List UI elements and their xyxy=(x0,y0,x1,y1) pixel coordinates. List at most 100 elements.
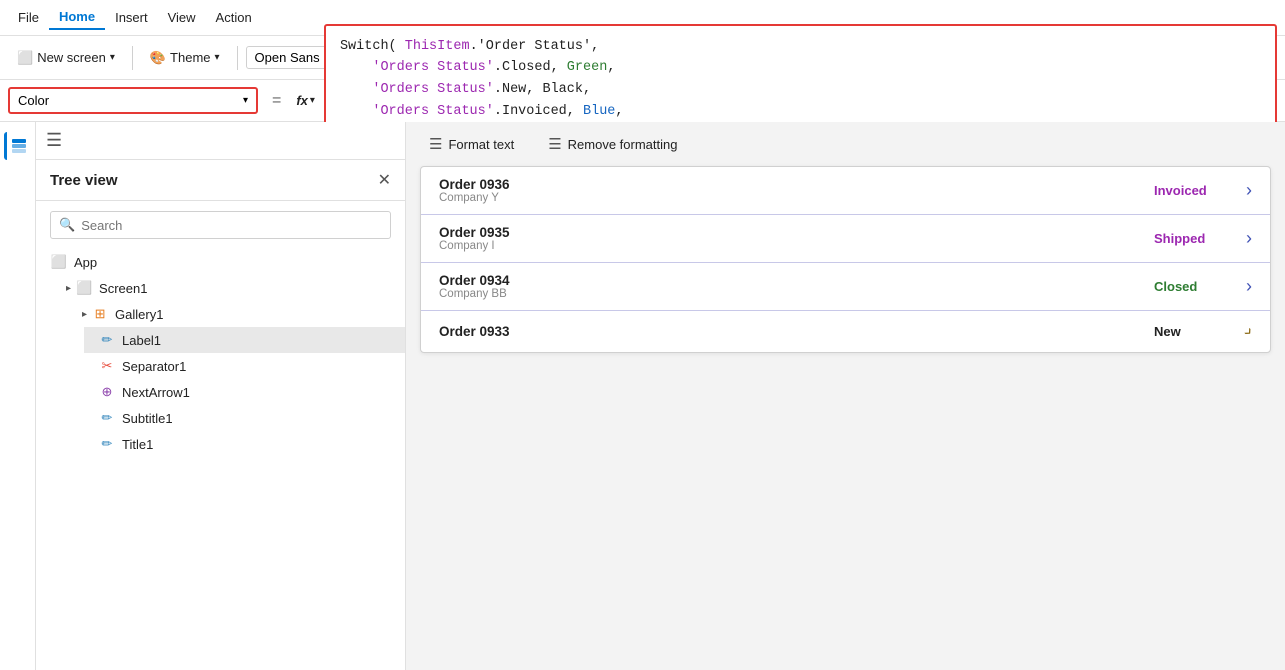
layers-icon[interactable] xyxy=(4,132,32,160)
arrow-icon-0936[interactable]: › xyxy=(1246,180,1252,201)
menu-file[interactable]: File xyxy=(8,6,49,29)
left-sidebar xyxy=(0,122,36,670)
app-label: App xyxy=(74,255,97,270)
tree-item-screen1[interactable]: ▸ ⬜ Screen1 xyxy=(52,275,405,301)
nextarrow1-icon: ⊕ xyxy=(98,384,116,400)
content-area: ☰ Format text ☰ Remove formatting Order … xyxy=(406,122,1285,670)
tree-panel: ☰ Tree view ✕ 🔍 ⬜ App ▸ ⬜ Screen1 ▸ xyxy=(36,122,406,670)
tree-item-app[interactable]: ⬜ App xyxy=(36,249,405,275)
formula-comma-3: , xyxy=(615,104,623,119)
menu-view[interactable]: View xyxy=(158,6,206,29)
chevron-down-icon: ▾ xyxy=(110,52,115,63)
menu-home[interactable]: Home xyxy=(49,5,105,30)
tree-header: Tree view ✕ xyxy=(36,160,405,201)
order-info-0933: Order 0933 xyxy=(439,324,1154,339)
formula-blue: Blue xyxy=(583,104,615,119)
chevron-down-icon-2: ▾ xyxy=(215,52,220,63)
main-area: ☰ Tree view ✕ 🔍 ⬜ App ▸ ⬜ Screen1 ▸ xyxy=(0,122,1285,670)
menu-action[interactable]: Action xyxy=(206,6,262,29)
gallery-row-0933[interactable]: Order 0933 New › xyxy=(421,311,1270,352)
order-number-0933: Order 0933 xyxy=(439,324,1154,339)
order-info-0935: Order 0935 Company I xyxy=(439,225,1154,252)
search-icon: 🔍 xyxy=(59,217,75,233)
tree-item-label1[interactable]: ✏ Label1 xyxy=(84,327,405,353)
new-screen-label: New screen xyxy=(37,50,106,65)
formula-bar: Color ▾ = fx ▾ Switch( ThisItem.'Order S… xyxy=(0,80,1285,122)
label1-label: Label1 xyxy=(122,333,161,348)
tree-item-gallery1[interactable]: ▸ ⊞ Gallery1 xyxy=(68,301,405,327)
company-name-0935: Company I xyxy=(439,240,1154,252)
tree-item-nextarrow1[interactable]: ⊕ NextArrow1 xyxy=(84,379,405,405)
theme-button[interactable]: 🎨 Theme ▾ xyxy=(141,45,229,71)
gallery1-label: Gallery1 xyxy=(115,307,163,322)
property-selector[interactable]: Color ▾ xyxy=(8,87,258,114)
arrow-icon-0933[interactable]: › xyxy=(1239,322,1258,341)
status-badge-0935: Shipped xyxy=(1154,231,1234,246)
screen1-label: Screen1 xyxy=(99,281,147,296)
formula-string-3: 'Orders Status' xyxy=(372,104,494,119)
remove-formatting-label: Remove formatting xyxy=(568,137,678,152)
tree-item-subtitle1[interactable]: ✏ Subtitle1 xyxy=(84,405,405,431)
status-badge-0933: New xyxy=(1154,324,1234,339)
fx-label: fx xyxy=(296,93,308,108)
formula-indent-2 xyxy=(340,60,372,75)
formula-new: .New, xyxy=(494,82,543,97)
format-text-button[interactable]: ☰ Format text xyxy=(420,130,523,158)
order-number-0934: Order 0934 xyxy=(439,273,1154,288)
subtitle1-label: Subtitle1 xyxy=(122,411,173,426)
formula-line-1: Switch( ThisItem.'Order Status', xyxy=(340,36,1261,58)
company-name-0934: Company BB xyxy=(439,288,1154,300)
gallery-preview: Order 0936 Company Y Invoiced › Order 09… xyxy=(420,166,1271,353)
separator1-label: Separator1 xyxy=(122,359,186,374)
nextarrow1-label: NextArrow1 xyxy=(122,385,190,400)
close-tree-button[interactable]: ✕ xyxy=(378,170,391,190)
tree-view-title: Tree view xyxy=(50,172,118,189)
status-badge-0934: Closed xyxy=(1154,279,1234,294)
status-badge-0936: Invoiced xyxy=(1154,183,1234,198)
formula-line-2: 'Orders Status'.Closed, Green, xyxy=(340,57,1261,79)
property-label: Color xyxy=(18,93,49,108)
gallery-row-0935[interactable]: Order 0935 Company I Shipped › xyxy=(421,215,1270,263)
formula-comma-1: , xyxy=(607,60,615,75)
formula-comma-2: , xyxy=(583,82,591,97)
company-name-0936: Company Y xyxy=(439,192,1154,204)
fx-button[interactable]: fx ▾ xyxy=(287,88,324,113)
format-text-icon: ☰ xyxy=(429,135,442,153)
order-info-0934: Order 0934 Company BB xyxy=(439,273,1154,300)
label1-icon: ✏ xyxy=(98,332,116,348)
order-number-0935: Order 0935 xyxy=(439,225,1154,240)
gallery1-chevron-icon: ▸ xyxy=(82,309,87,320)
new-screen-icon: ⬜ xyxy=(17,50,33,66)
title1-label: Title1 xyxy=(122,437,153,452)
search-input[interactable] xyxy=(81,218,382,233)
equals-sign: = xyxy=(272,92,281,110)
gallery-icon: ⊞ xyxy=(91,306,109,322)
order-number-0936: Order 0936 xyxy=(439,177,1154,192)
tree-item-separator1[interactable]: ✂ Separator1 xyxy=(84,353,405,379)
format-text-label: Format text xyxy=(448,137,514,152)
formula-indent-4 xyxy=(340,104,372,119)
tree-items: ⬜ App ▸ ⬜ Screen1 ▸ ⊞ Gallery1 ✏ Label1 xyxy=(36,249,405,670)
order-info-0936: Order 0936 Company Y xyxy=(439,177,1154,204)
formula-order-status: .'Order Status', xyxy=(470,39,600,54)
hamburger-icon[interactable]: ☰ xyxy=(46,130,62,151)
formula-black: Black xyxy=(542,82,583,97)
search-box: 🔍 xyxy=(50,211,391,239)
formula-line-4: 'Orders Status'.Invoiced, Blue, xyxy=(340,101,1261,123)
remove-formatting-button[interactable]: ☰ Remove formatting xyxy=(539,130,686,158)
font-value: Open Sans xyxy=(255,50,320,65)
new-screen-button[interactable]: ⬜ New screen ▾ xyxy=(8,45,124,71)
gallery-row-0936[interactable]: Order 0936 Company Y Invoiced › xyxy=(421,167,1270,215)
formula-closed: .Closed, xyxy=(494,60,567,75)
gallery-row-0934[interactable]: Order 0934 Company BB Closed › xyxy=(421,263,1270,311)
formula-indent-3 xyxy=(340,82,372,97)
formula-string-2: 'Orders Status' xyxy=(372,82,494,97)
menu-insert[interactable]: Insert xyxy=(105,6,158,29)
tree-item-title1[interactable]: ✏ Title1 xyxy=(84,431,405,457)
toolbar-separator-2 xyxy=(237,46,238,70)
formula-invoiced: .Invoiced, xyxy=(494,104,583,119)
format-bar: ☰ Format text ☰ Remove formatting xyxy=(406,122,1285,166)
arrow-icon-0934[interactable]: › xyxy=(1246,276,1252,297)
arrow-icon-0935[interactable]: › xyxy=(1246,228,1252,249)
separator1-icon: ✂ xyxy=(98,358,116,374)
